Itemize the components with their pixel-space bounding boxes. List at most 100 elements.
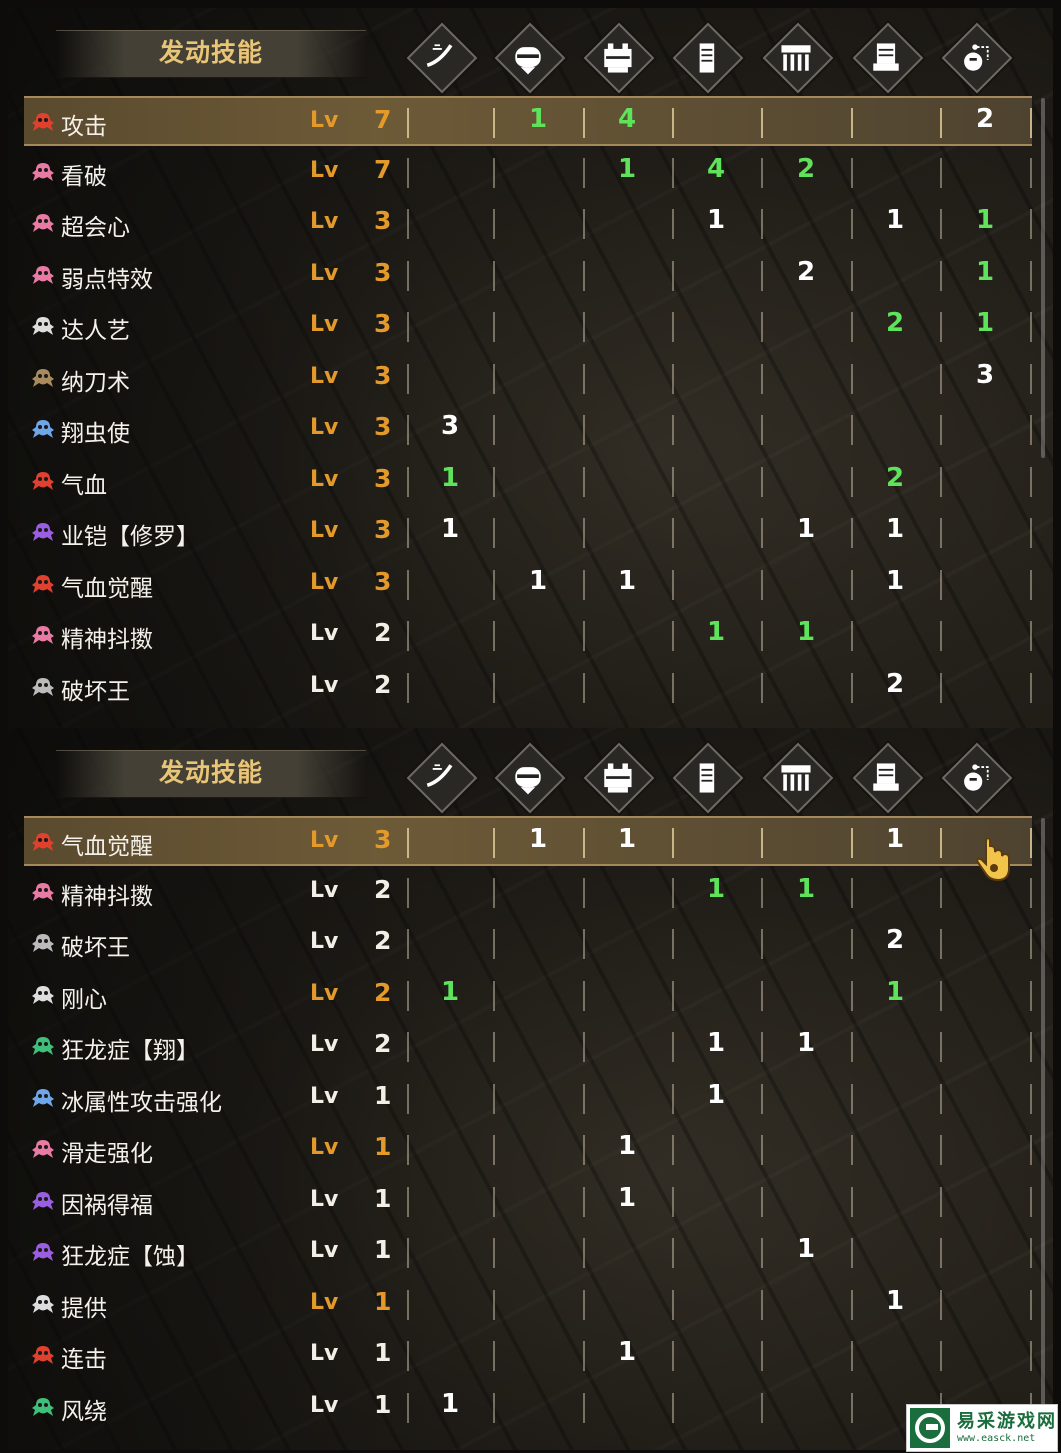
skill-point-arms: 4 [706,153,726,184]
scrollbar[interactable] [1041,818,1045,1428]
skill-point-talisman: 1 [975,256,995,287]
skill-row[interactable]: 刚心 Lv 2 1 1 [24,971,1032,1021]
skill-row[interactable]: 连击 Lv 1 1 [24,1331,1032,1381]
column-divider [940,1135,942,1165]
skill-row[interactable]: 精神抖擞 Lv 2 1 1 [24,868,1032,918]
skill-point-waist: 1 [796,1028,816,1058]
skill-row[interactable]: 破坏王 Lv 2 2 [24,919,1032,969]
skill-row[interactable]: 精神抖擞 Lv 2 1 1 [24,611,1032,661]
skill-row[interactable]: 弱点特效 Lv 3 2 1 [24,251,1032,301]
skill-row[interactable]: 攻击 Lv 7 1 4 2 [24,96,1032,146]
column-divider [940,260,942,291]
column-divider [407,518,409,548]
skill-row[interactable]: 提供 Lv 1 1 [24,1280,1032,1330]
skill-row[interactable]: 狂龙症【蚀】 Lv 1 1 [24,1228,1032,1278]
column-divider [672,157,674,188]
site-watermark: 易采游戏网 www.easck.net [906,1404,1058,1452]
skill-point-waist: 1 [796,617,816,647]
column-divider [493,1135,495,1165]
level-label: Lv [310,466,339,492]
skill-row[interactable]: 超会心 Lv 3 1 1 1 [24,199,1032,249]
skill-point-legs: 1 [885,514,905,544]
column-divider [672,1238,674,1268]
skill-row[interactable]: 达人艺 Lv 3 2 1 [24,302,1032,352]
skill-panel-bottom: 发动技能 气血觉醒 Lv 3 1 1 1 精神抖擞 Lv 2 1 1 破坏王 Lv 2 2 刚心 Lv 2 1 1 狂龙… [8,728,1053,1450]
skill-point-weapon: 1 [440,514,460,544]
skill-monster-icon [30,367,56,389]
skill-row[interactable]: 狂龙症【翔】 Lv 2 1 1 [24,1022,1032,1072]
skill-point-waist: 1 [796,1234,816,1264]
column-divider [761,1083,763,1114]
skill-row[interactable]: 气血觉醒 Lv 3 1 1 1 [24,560,1032,610]
level-value: 2 [374,669,392,699]
column-divider [851,312,853,342]
skill-name: 弱点特效 [61,266,153,293]
waist-icon [769,753,823,803]
column-divider [493,672,495,703]
column-divider [407,1186,409,1217]
column-divider [761,877,763,908]
column-divider [1030,672,1032,703]
column-divider [940,363,942,394]
skill-name: 精神抖擞 [61,883,153,910]
column-divider [851,1083,853,1114]
skill-row[interactable]: 冰属性攻击强化 Lv 1 1 [24,1074,1032,1124]
column-divider [851,466,853,497]
skill-row[interactable]: 破坏王 Lv 2 2 [24,663,1032,713]
column-divider [851,363,853,394]
column-divider [583,980,585,1011]
column-divider [1030,1135,1032,1165]
level-label: Lv [310,672,339,698]
column-divider [940,415,942,445]
skill-monster-icon [30,111,56,133]
column-divider [761,1186,763,1217]
level-value: 1 [374,1132,392,1161]
skill-point-legs: 1 [885,1285,905,1316]
skill-row[interactable]: 气血 Lv 3 1 2 [24,457,1032,507]
column-divider [1030,108,1032,138]
column-divider [672,1392,674,1423]
column-divider [493,466,495,497]
scrollbar[interactable] [1041,98,1045,458]
column-divider [940,466,942,497]
skill-monster-icon [30,212,56,234]
column-divider [1030,415,1032,445]
column-divider [672,260,674,291]
level-label: Lv [310,363,339,389]
skill-row[interactable]: 看破 Lv 7 1 4 2 [24,148,1032,198]
level-label: Lv [310,1289,339,1315]
skill-point-weapon: 1 [440,1388,460,1419]
column-divider [761,466,763,497]
skill-row[interactable]: 翔虫使 Lv 3 3 [24,405,1032,455]
skill-monster-icon [30,624,56,646]
column-divider [407,466,409,497]
column-divider [940,157,942,188]
skill-row[interactable]: 因祸得福 Lv 1 1 [24,1177,1032,1227]
skill-row[interactable]: 纳刀术 Lv 3 3 [24,354,1032,404]
skill-name: 精神抖擞 [61,627,153,653]
column-divider [761,828,763,858]
column-divider [851,108,853,138]
column-divider [1030,1083,1032,1114]
column-divider [940,1083,942,1114]
column-divider [1030,828,1032,858]
column-divider [940,621,942,651]
column-divider [672,1289,674,1320]
column-divider [672,569,674,600]
skill-row[interactable]: 业铠【修罗】 Lv 3 1 1 1 [24,508,1032,558]
skill-row[interactable]: 滑走强化 Lv 1 1 [24,1125,1032,1175]
column-divider [761,108,763,138]
site-logo-icon [910,1408,950,1448]
column-divider [851,1341,853,1371]
column-divider [1030,1238,1032,1268]
skill-point-weapon: 1 [440,462,460,493]
column-divider [583,260,585,291]
skill-name: 破坏王 [61,935,130,961]
level-label: Lv [310,569,339,595]
skill-point-arms: 1 [706,205,726,235]
skill-row[interactable]: 风绕 Lv 1 1 [24,1383,1032,1433]
skill-monster-icon [30,1190,56,1212]
skill-row[interactable]: 气血觉醒 Lv 3 1 1 1 [24,816,1032,866]
legs-icon [859,753,913,803]
column-divider [493,569,495,600]
